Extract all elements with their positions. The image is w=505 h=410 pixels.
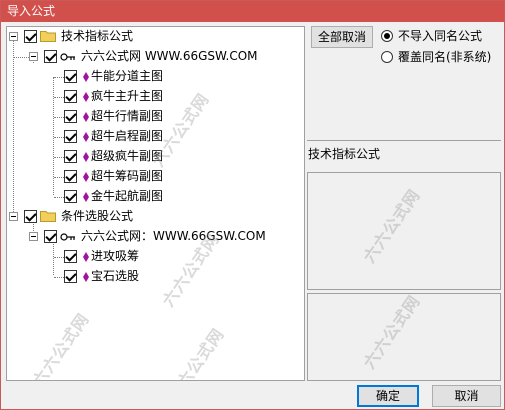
formula-item-icon [83, 252, 89, 262]
checkbox[interactable] [64, 110, 77, 123]
tree-leaf[interactable]: 疯牛主升主图 [7, 87, 304, 107]
tree-leaf-label: 超牛筹码副图 [91, 169, 164, 183]
checkbox[interactable] [44, 230, 57, 243]
watermark: 六六公式网 [163, 324, 228, 381]
ok-button[interactable]: 确定 [357, 385, 419, 407]
tree-leaf[interactable]: 进攻吸筹 [7, 247, 304, 267]
checkbox[interactable] [64, 70, 77, 83]
formula-item-icon [83, 272, 89, 282]
tree-connector [54, 117, 64, 118]
tree-leaf[interactable]: 超牛行情副图 [7, 107, 304, 127]
tree-node-source[interactable]: 六六公式网 WWW.66GSW.COM [7, 47, 304, 67]
formula-item-icon [83, 132, 89, 142]
collapse-toggle[interactable] [9, 32, 18, 41]
tree-node-indicator-formulas[interactable]: 技术指标公式 [7, 27, 304, 47]
tree-leaf-label: 宝石选股 [91, 269, 140, 283]
checkbox[interactable] [24, 30, 37, 43]
tree-connector [54, 257, 64, 258]
tree-node-label: 六六公式网 WWW.66GSW.COM [81, 49, 258, 63]
radio-overwrite-label: 覆盖同名(非系统) [398, 50, 492, 64]
formula-tree[interactable]: 技术指标公式 六六公式网 WWW.66GSW.COM 牛能分道主图 疯牛主升主图… [6, 26, 305, 381]
radio-no-import-same-name[interactable] [381, 30, 393, 42]
folder-icon [40, 31, 56, 42]
radio-no-import-label: 不导入同名公式 [398, 29, 483, 43]
watermark: 六六公式网 [28, 309, 93, 381]
tree-connector [54, 177, 64, 178]
folder-icon [40, 211, 56, 222]
tree-connector [54, 97, 64, 98]
tree-node-screening-formulas[interactable]: 条件选股公式 [7, 207, 304, 227]
checkbox[interactable] [44, 50, 57, 63]
tree-leaf-label: 疯牛主升主图 [91, 89, 164, 103]
key-link-icon [60, 233, 75, 241]
radio-overwrite-same-name[interactable] [381, 51, 393, 63]
checkbox[interactable] [64, 150, 77, 163]
tree-node-label: 六六公式网：WWW.66GSW.COM [81, 229, 266, 243]
formula-item-icon [83, 112, 89, 122]
tree-leaf[interactable]: 宝石选股 [7, 267, 304, 287]
checkbox[interactable] [64, 170, 77, 183]
tree-leaf-label: 超牛行情副图 [91, 109, 164, 123]
tree-node-label: 条件选股公式 [61, 209, 134, 223]
tree-leaf-label: 进攻吸筹 [91, 249, 140, 263]
tree-connector [54, 137, 64, 138]
tree-node-source[interactable]: 六六公式网：WWW.66GSW.COM [7, 227, 304, 247]
import-formula-dialog: 导入公式 技术指标公式 六六公式网 WWW.66GSW.COM 牛能分道主图 疯… [0, 0, 505, 410]
checkbox[interactable] [64, 250, 77, 263]
tree-leaf[interactable]: 牛能分道主图 [7, 67, 304, 87]
window-title: 导入公式 [7, 4, 56, 18]
checkbox[interactable] [64, 270, 77, 283]
tree-leaf[interactable]: 金牛起航副图 [7, 187, 304, 207]
tree-connector [54, 77, 64, 78]
checkbox[interactable] [64, 130, 77, 143]
formula-type-header: 技术指标公式 [307, 140, 501, 172]
formula-description-box: 六六公式网 [307, 172, 501, 290]
tree-connector [14, 57, 29, 58]
formula-preview-box: 六六公式网 [307, 292, 501, 381]
collapse-toggle[interactable] [9, 212, 18, 221]
tree-leaf[interactable]: 超牛筹码副图 [7, 167, 304, 187]
tree-connector [54, 277, 64, 278]
cancel-all-button[interactable]: 全部取消 [311, 26, 373, 48]
formula-item-icon [83, 172, 89, 182]
watermark: 六六公式网 [359, 185, 424, 267]
formula-type-label: 技术指标公式 [308, 147, 381, 161]
formula-item-icon [83, 72, 89, 82]
tree-leaf-label: 牛能分道主图 [91, 69, 164, 83]
tree-leaf-label: 超牛启程副图 [91, 129, 164, 143]
formula-item-icon [83, 92, 89, 102]
formula-item-icon [83, 152, 89, 162]
tree-connector [54, 157, 64, 158]
collapse-toggle[interactable] [29, 232, 38, 241]
checkbox[interactable] [64, 90, 77, 103]
tree-connector [54, 197, 64, 198]
watermark: 六六公式网 [359, 291, 424, 373]
formula-item-icon [83, 192, 89, 202]
checkbox[interactable] [64, 190, 77, 203]
title-bar[interactable]: 导入公式 [1, 1, 504, 22]
collapse-toggle[interactable] [29, 52, 38, 61]
tree-leaf-label: 金牛起航副图 [91, 189, 164, 203]
checkbox[interactable] [24, 210, 37, 223]
cancel-button[interactable]: 取消 [432, 385, 501, 407]
key-link-icon [60, 53, 75, 61]
tree-node-label: 技术指标公式 [61, 29, 134, 43]
